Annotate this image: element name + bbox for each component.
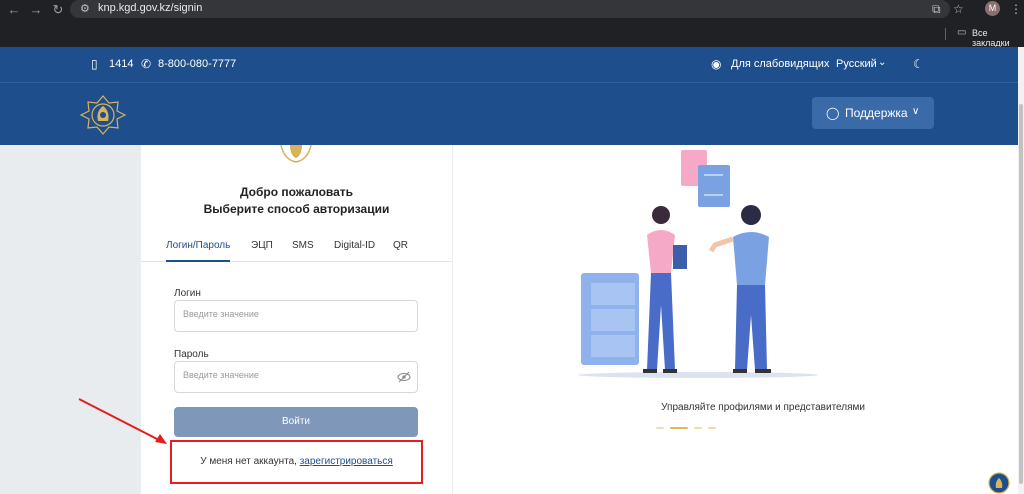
tab-qr[interactable]: QR (393, 240, 408, 262)
forward-icon[interactable]: → (28, 2, 44, 18)
eye-off-icon[interactable] (397, 370, 411, 384)
top-info-bar: ▯ 1414 ✆ 8-800-080-7777 ◉ Для слабовидящ… (0, 47, 1018, 83)
phone-icon: ✆ (141, 57, 152, 71)
register-link[interactable]: зарегистрироваться (300, 456, 393, 467)
chevron-down-icon: ∨ (912, 106, 920, 117)
auth-method-subtitle: Выберите способ авторизации (203, 202, 390, 216)
language-selector[interactable]: Русский (836, 58, 877, 70)
carousel-dot[interactable] (694, 427, 702, 429)
back-icon[interactable]: ← (6, 2, 22, 18)
man-head (741, 205, 761, 225)
login-submit-button[interactable]: Войти (174, 407, 418, 437)
annotation-arrow (78, 398, 167, 444)
bookmark-star-icon[interactable]: ☆ (953, 2, 964, 16)
folder-icon[interactable]: ▭ (957, 27, 966, 38)
install-app-icon[interactable]: ⧉ (932, 2, 941, 17)
site-settings-icon[interactable]: ⚙ (80, 2, 90, 15)
tab-login-password[interactable]: Логин/Пароль (166, 240, 231, 262)
page-scrollbar[interactable] (1018, 47, 1024, 494)
tab-eds[interactable]: ЭЦП (251, 240, 273, 262)
browser-chrome: ← → ↻ ⚙ knp.kgd.gov.kz/signin ⧉ ☆ M ⋮ ▭ … (0, 0, 1024, 48)
all-bookmarks-link[interactable]: Все закладки (972, 28, 1024, 48)
address-bar[interactable]: ⚙ knp.kgd.gov.kz/signin (70, 0, 950, 18)
auth-tabs: Логин/Пароль ЭЦП SMS Digital-ID QR (141, 240, 452, 262)
login-label: Логин (174, 288, 201, 299)
chat-bubble-icon: ◯ (826, 106, 840, 120)
chevron-down-icon[interactable]: ⌄ (878, 57, 886, 68)
register-highlight-box: У меня нет аккаунта, зарегистрироваться (170, 440, 423, 484)
address-row: ← → ↻ ⚙ knp.kgd.gov.kz/signin ⧉ ☆ M ⋮ (0, 0, 1024, 20)
carousel-dot-active[interactable] (670, 427, 688, 429)
people-illustration (578, 150, 818, 378)
blue-document (698, 165, 730, 207)
no-account-text: У меня нет аккаунта, зарегистрироваться (172, 456, 421, 467)
menu-kebab-icon[interactable]: ⋮ (1010, 2, 1022, 16)
corner-emblem-icon (988, 472, 1010, 494)
hotline-number[interactable]: 8-800-080-7777 (158, 58, 236, 70)
mobile-phone-icon: ▯ (91, 57, 98, 71)
carousel-dot[interactable] (656, 427, 664, 429)
support-button[interactable]: ◯ Поддержка ∨ (812, 97, 934, 129)
site-header: ◯ Поддержка ∨ (0, 83, 1018, 145)
promo-panel: Управляйте профилями и представителями (453, 145, 1018, 494)
login-card: Добро пожаловать Выберите способ авториз… (141, 145, 452, 494)
welcome-heading: Добро пожаловать (239, 185, 354, 199)
password-field[interactable] (174, 361, 418, 393)
emblem-logo[interactable] (80, 95, 126, 135)
support-label: Поддержка (845, 106, 908, 120)
login-field[interactable] (174, 300, 418, 332)
no-account-label: У меня нет аккаунта, (200, 456, 300, 467)
eye-icon: ◉ (711, 57, 722, 71)
carousel-dots (656, 427, 726, 430)
tab-sms[interactable]: SMS (292, 240, 314, 262)
bookmarks-divider (945, 28, 946, 40)
promo-caption: Управляйте профилями и представителями (661, 402, 865, 413)
password-label: Пароль (174, 349, 209, 360)
reload-icon[interactable]: ↻ (50, 2, 66, 18)
carousel-dot[interactable] (708, 427, 716, 429)
tab-digital-id[interactable]: Digital-ID (334, 240, 375, 262)
short-number[interactable]: 1414 (109, 58, 133, 70)
bookmarks-bar: ▭ Все закладки (0, 26, 1024, 48)
profile-avatar[interactable]: M (985, 1, 1000, 16)
scrollbar-thumb[interactable] (1019, 104, 1023, 484)
card-emblem-logo (280, 145, 312, 163)
accessibility-link[interactable]: Для слабовидящих (731, 58, 829, 70)
woman-head (652, 206, 670, 224)
login-input[interactable] (183, 309, 383, 319)
dark-mode-moon-icon[interactable]: ☾ (913, 57, 924, 71)
url-text[interactable]: knp.kgd.gov.kz/signin (98, 2, 202, 14)
password-input[interactable] (183, 370, 383, 380)
